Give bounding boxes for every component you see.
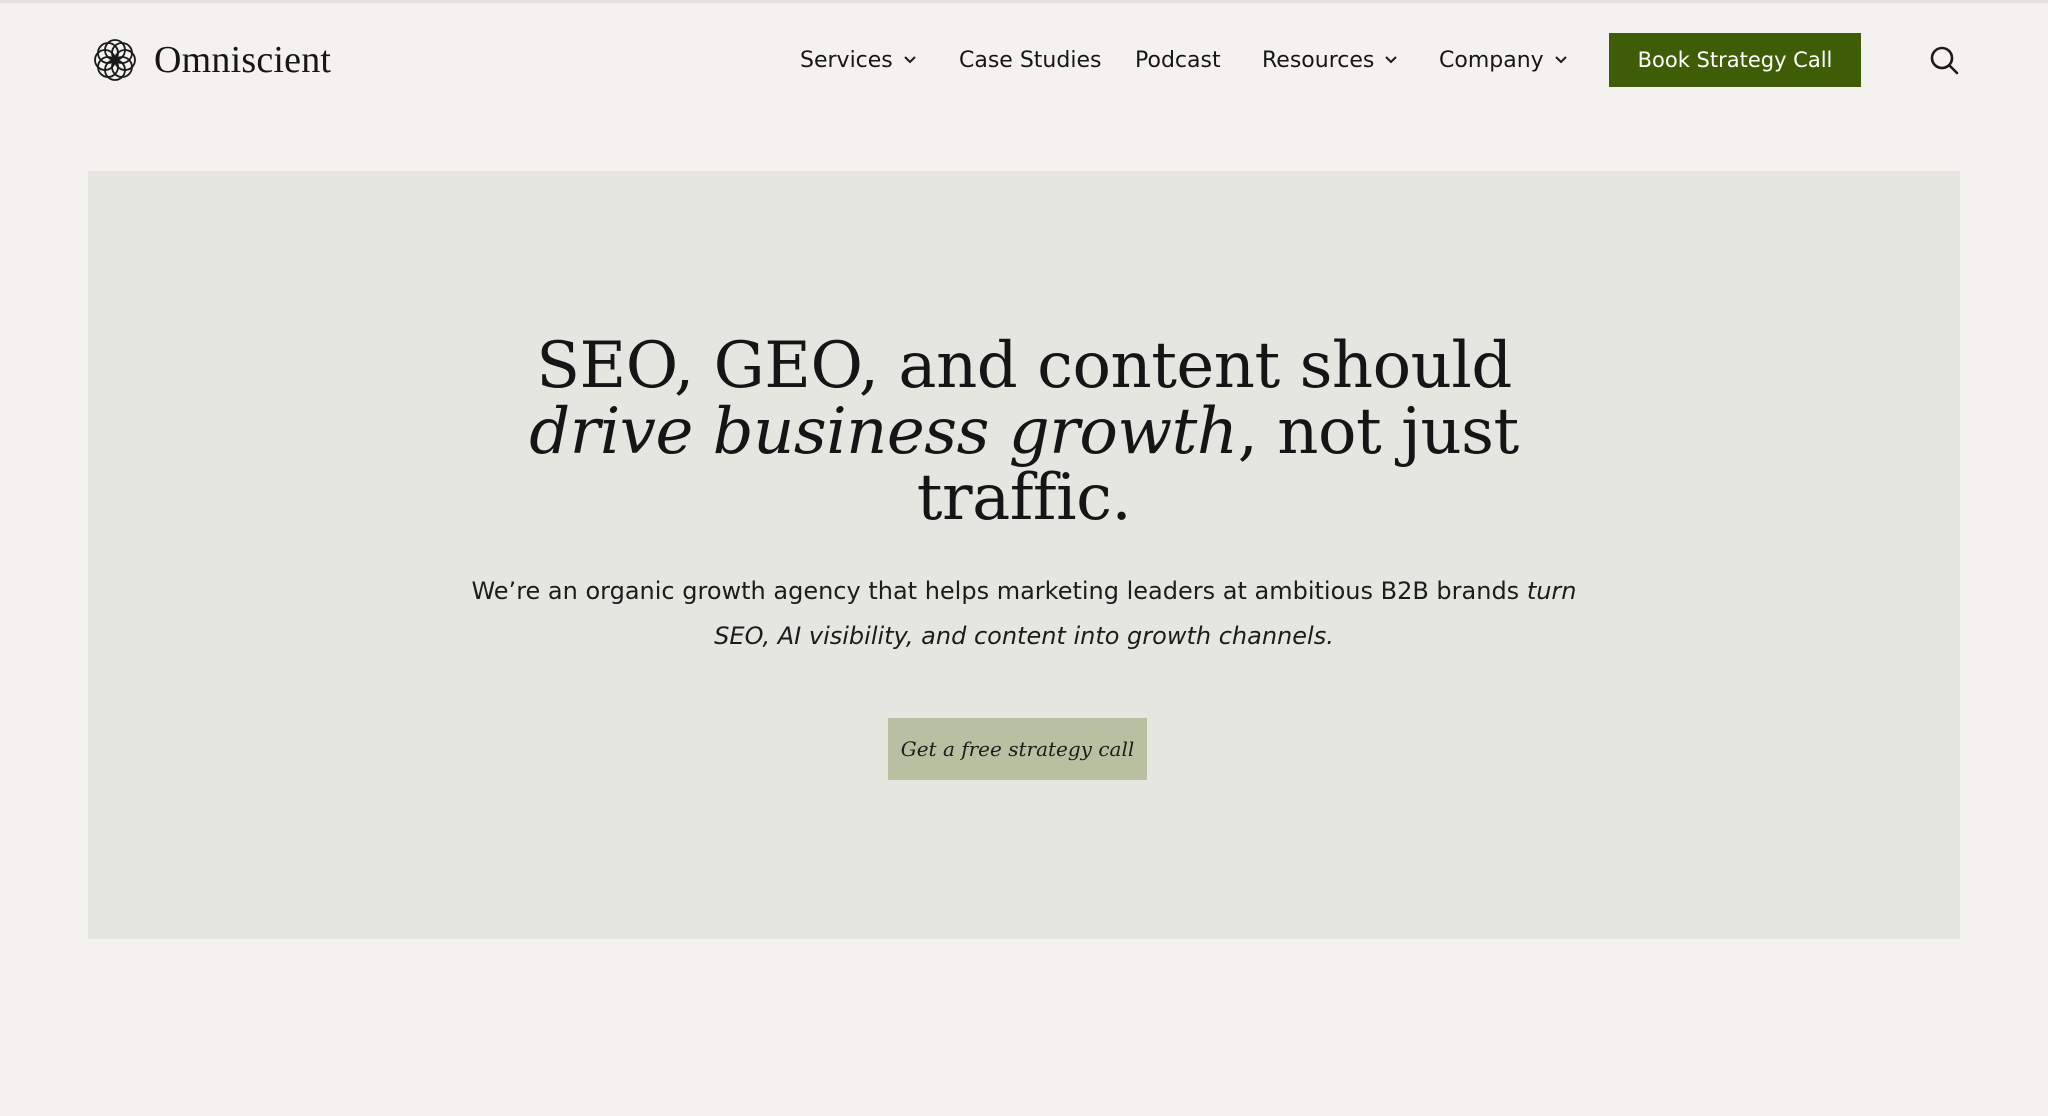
hero-subtitle-line-1: We’re an organic growth agency that help…	[88, 569, 1960, 614]
hero-title-line-2: drive business growth, not just	[88, 399, 1960, 465]
brand-home-link[interactable]: Omniscient	[88, 32, 331, 88]
nav-item-company[interactable]: Company	[1439, 40, 1568, 80]
hero-subtitle: We’re an organic growth agency that help…	[88, 569, 1960, 659]
nav-label-services: Services	[800, 47, 893, 73]
hero-subtitle-emphasis-start: turn	[1526, 577, 1577, 605]
nav-item-podcast[interactable]: Podcast	[1135, 40, 1221, 80]
nav-label-podcast: Podcast	[1135, 47, 1221, 73]
brand-name: Omniscient	[154, 39, 332, 81]
nav-item-resources[interactable]: Resources	[1262, 40, 1398, 80]
book-strategy-call-button[interactable]: Book Strategy Call	[1609, 33, 1861, 87]
hero-title-line-1: SEO, GEO, and content should	[536, 329, 1512, 403]
nav-item-services[interactable]: Services	[800, 40, 917, 80]
hero-title-line-2-rest: , not just	[1237, 395, 1520, 469]
hero-section: SEO, GEO, and content should drive busin…	[88, 171, 1960, 939]
nav-label-company: Company	[1439, 47, 1544, 73]
free-strategy-call-button[interactable]: Get a free strategy call	[888, 718, 1147, 780]
hero-title-line-3: traffic.	[916, 461, 1132, 535]
search-button[interactable]	[1926, 42, 1962, 78]
hero-title-emphasis: drive business growth	[529, 395, 1238, 469]
nav-label-case-studies: Case Studies	[959, 47, 1102, 73]
omniscient-logo-icon	[94, 39, 136, 81]
nav-label-resources: Resources	[1262, 47, 1375, 73]
nav-item-case-studies[interactable]: Case Studies	[959, 40, 1101, 80]
chevron-down-icon	[1385, 56, 1398, 64]
chevron-down-icon	[1554, 56, 1567, 64]
hero-subtitle-line-2: SEO, AI visibility, and content into gro…	[714, 622, 1334, 650]
chevron-down-icon	[904, 56, 916, 64]
search-icon	[1930, 46, 1959, 75]
site-header: Omniscient Services Case Studies Podcast…	[0, 0, 2048, 120]
hero-title: SEO, GEO, and content should drive busin…	[88, 333, 1960, 531]
hero-subtitle-plain: We’re an organic growth agency that help…	[471, 577, 1527, 605]
